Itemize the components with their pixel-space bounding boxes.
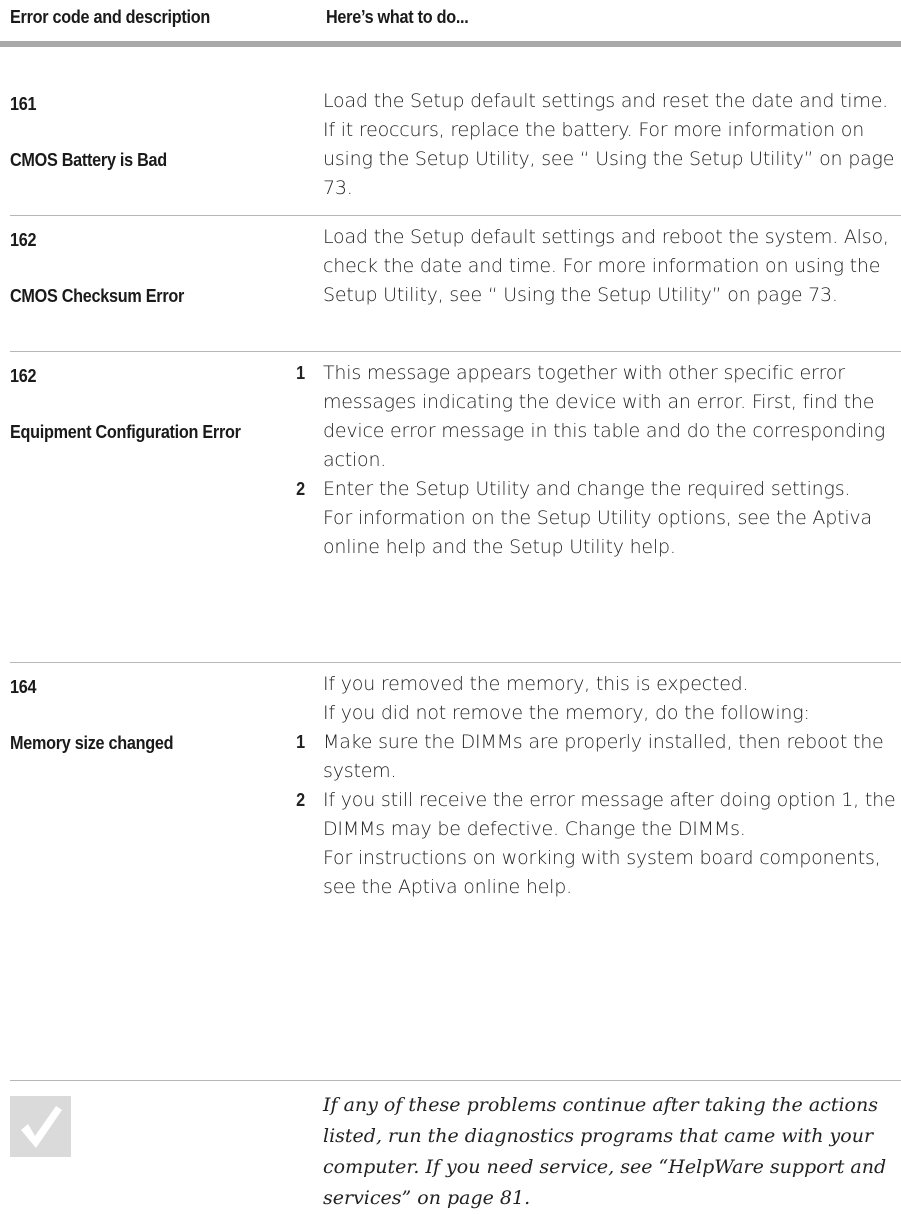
error-description: CMOS Battery is Bad — [10, 150, 167, 170]
action-text: Load the Setup default settings and rebo… — [323, 226, 889, 306]
row-divider — [10, 215, 901, 216]
checkmark-icon — [10, 1096, 71, 1157]
step-text: Enter the Setup Utility and change the r… — [323, 478, 851, 500]
error-code: 162 — [10, 230, 37, 250]
action-step: 1 This message appears together with oth… — [296, 359, 898, 475]
action-text: Load the Setup default settings and rese… — [323, 90, 895, 199]
step-text: If you still receive the error message a… — [323, 789, 896, 840]
row-divider — [10, 1080, 901, 1081]
error-code: 164 — [10, 677, 37, 697]
action-step: 2 If you still receive the error message… — [296, 786, 898, 844]
header-what-to-do: Here’s what to do... — [326, 7, 469, 27]
action-trailing-text: For information on the Setup Utility opt… — [323, 507, 872, 558]
step-number: 1 — [296, 732, 305, 752]
step-text: This message appears together with other… — [323, 362, 886, 471]
header-error-code: Error code and description — [10, 7, 211, 27]
action-step: 1 Make sure the DIMMs are properly insta… — [296, 728, 898, 786]
error-description: Equipment Configuration Error — [10, 422, 241, 442]
error-description: CMOS Checksum Error — [10, 286, 185, 306]
action-intro: If you did not remove the memory, do the… — [323, 702, 810, 724]
row-divider — [10, 662, 901, 663]
step-text: Make sure the DIMMs are properly install… — [323, 731, 884, 782]
step-number: 1 — [296, 363, 305, 383]
action-intro: If you removed the memory, this is expec… — [323, 673, 749, 695]
note-text: If any of these problems continue after … — [323, 1094, 887, 1209]
action-list: If you removed the memory, this is expec… — [296, 670, 898, 902]
action-trailing-text: For instructions on working with system … — [323, 847, 881, 898]
action-step: 2 Enter the Setup Utility and change the… — [296, 475, 898, 504]
error-description: Memory size changed — [10, 733, 174, 753]
table-header: Error code and description Here’s what t… — [0, 0, 901, 40]
step-number: 2 — [296, 479, 305, 499]
row-divider — [10, 351, 901, 352]
step-number: 2 — [296, 790, 305, 810]
error-code: 162 — [10, 366, 37, 386]
header-divider — [0, 41, 901, 47]
action-list: 1 This message appears together with oth… — [296, 359, 898, 562]
error-code: 161 — [10, 94, 37, 114]
